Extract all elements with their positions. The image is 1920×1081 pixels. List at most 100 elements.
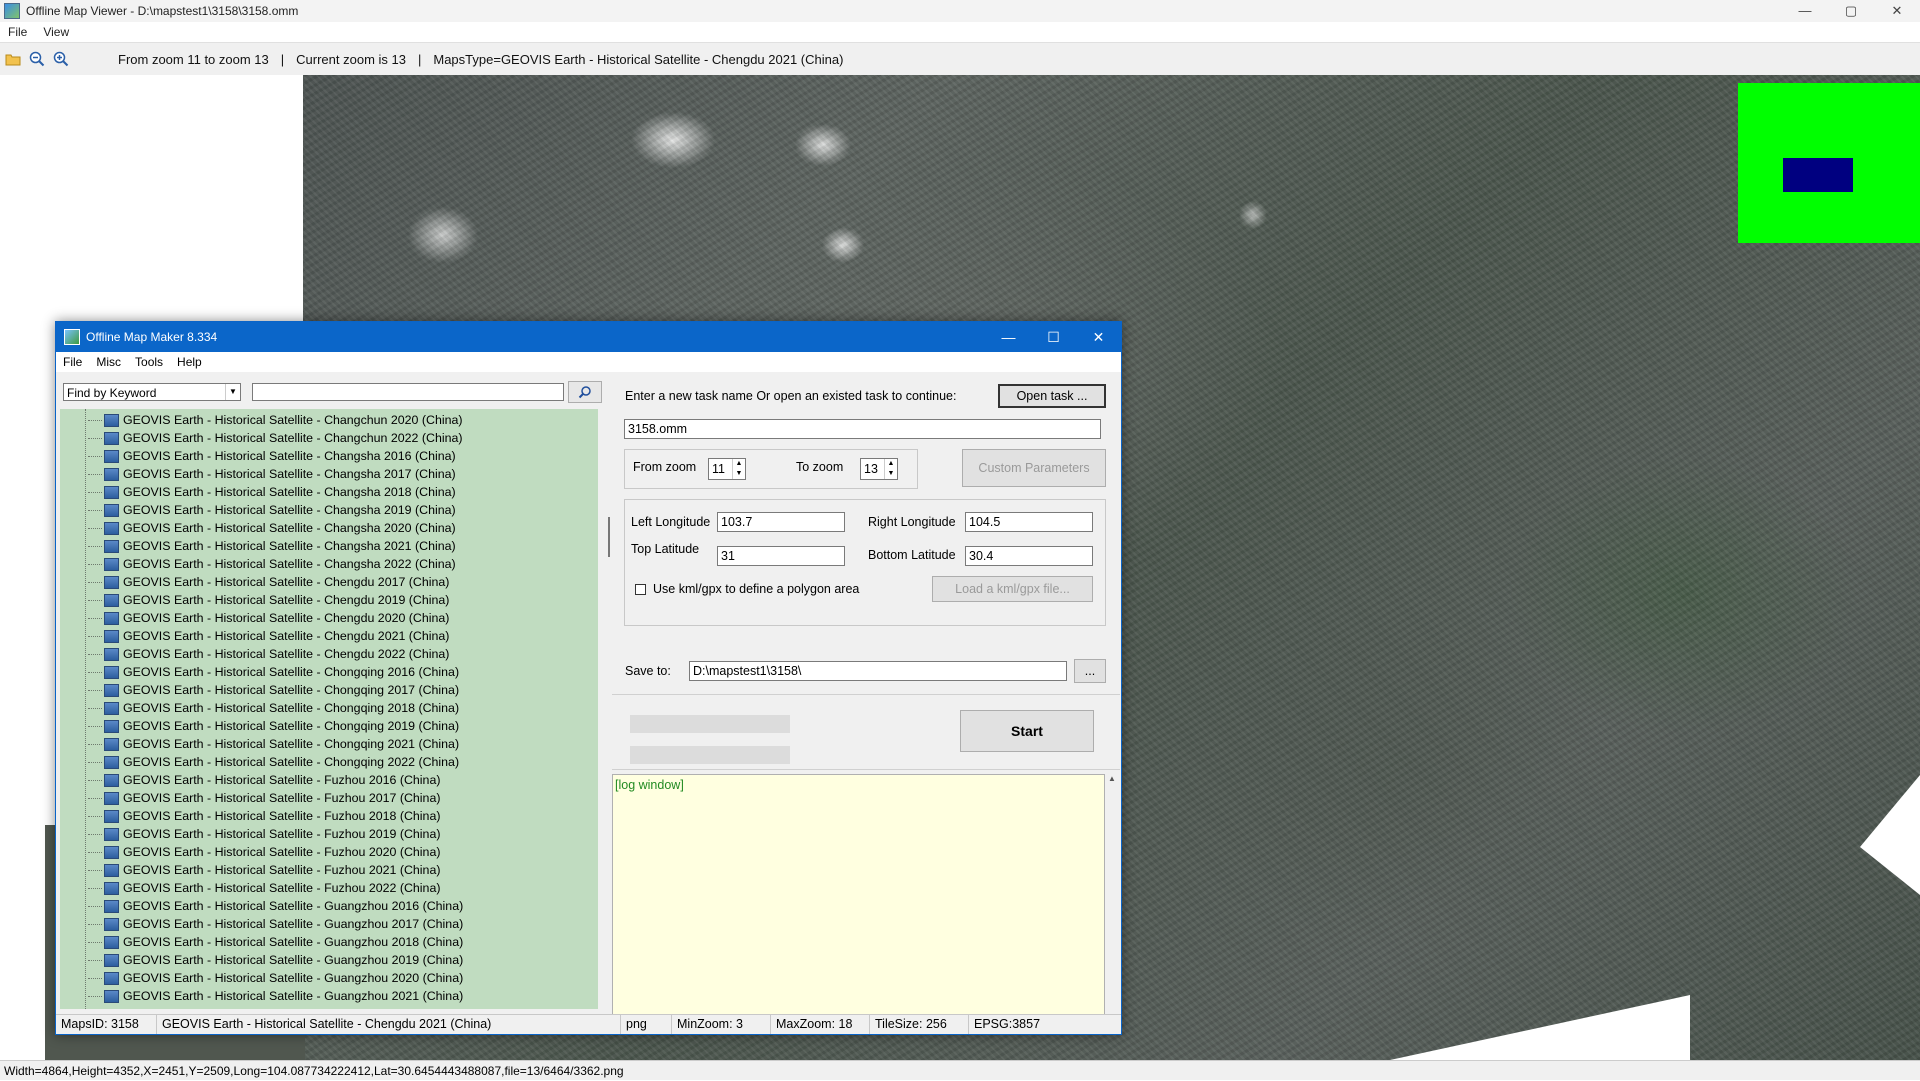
to-zoom-stepper[interactable]: 13 ▲ ▼	[860, 458, 898, 480]
list-item[interactable]: GEOVIS Earth - Historical Satellite - Ch…	[88, 735, 588, 753]
list-item-label: GEOVIS Earth - Historical Satellite - Fu…	[123, 791, 441, 805]
load-kml-button[interactable]: Load a kml/gpx file...	[932, 576, 1093, 602]
list-item[interactable]: GEOVIS Earth - Historical Satellite - Ch…	[88, 663, 588, 681]
dialog-menu-misc[interactable]: Misc	[89, 355, 128, 369]
list-item[interactable]: GEOVIS Earth - Historical Satellite - Ch…	[88, 411, 588, 429]
dialog-close-button[interactable]: ✕	[1076, 322, 1121, 352]
start-button[interactable]: Start	[960, 710, 1094, 752]
status-epsg: EPSG:3857	[974, 1017, 1041, 1031]
list-item[interactable]: GEOVIS Earth - Historical Satellite - Gu…	[88, 897, 588, 915]
map-layer-icon	[104, 593, 119, 607]
toolbar-separator: |	[280, 51, 285, 67]
list-item[interactable]: GEOVIS Earth - Historical Satellite - Ch…	[88, 609, 588, 627]
list-item[interactable]: GEOVIS Earth - Historical Satellite - Ch…	[88, 627, 588, 645]
list-item[interactable]: GEOVIS Earth - Historical Satellite - Ch…	[88, 429, 588, 447]
log-window[interactable]: [log window]	[612, 774, 1105, 1024]
list-item[interactable]: GEOVIS Earth - Historical Satellite - Ch…	[88, 555, 588, 573]
chevron-down-icon[interactable]: ▼	[225, 384, 240, 400]
list-item[interactable]: GEOVIS Earth - Historical Satellite - Fu…	[88, 807, 588, 825]
list-item[interactable]: GEOVIS Earth - Historical Satellite - Ch…	[88, 537, 588, 555]
map-type-tree[interactable]: GEOVIS Earth - Historical Satellite - Ch…	[60, 409, 598, 1009]
map-layer-icon	[104, 413, 119, 427]
map-list-pane: Find by Keyword ▼ GEOVIS Earth - Histori…	[60, 377, 619, 1009]
top-latitude-input[interactable]: 31	[717, 546, 845, 566]
progress-bar-current	[630, 746, 790, 764]
list-item[interactable]: GEOVIS Earth - Historical Satellite - Fu…	[88, 771, 588, 789]
map-layer-icon	[104, 539, 119, 553]
tree-connector	[88, 833, 102, 835]
list-item[interactable]: GEOVIS Earth - Historical Satellite - Ch…	[88, 591, 588, 609]
list-item[interactable]: GEOVIS Earth - Historical Satellite - Ch…	[88, 717, 588, 735]
dialog-menu-tools[interactable]: Tools	[128, 355, 170, 369]
zoom-in-icon[interactable]	[50, 48, 72, 70]
dialog-menu-file[interactable]: File	[56, 355, 89, 369]
list-item[interactable]: GEOVIS Earth - Historical Satellite - Gu…	[88, 951, 588, 969]
list-item[interactable]: GEOVIS Earth - Historical Satellite - Ch…	[88, 681, 588, 699]
map-layer-icon	[104, 899, 119, 913]
kml-polygon-checkbox[interactable]	[635, 584, 646, 595]
map-layer-icon	[104, 989, 119, 1003]
separator-line	[612, 769, 1120, 770]
menu-view[interactable]: View	[35, 25, 77, 39]
list-item[interactable]: GEOVIS Earth - Historical Satellite - Ch…	[88, 465, 588, 483]
scroll-up-icon[interactable]: ▲	[1105, 774, 1119, 783]
bottom-latitude-input[interactable]: 30.4	[965, 546, 1093, 566]
dialog-title-bar[interactable]: Offline Map Maker 8.334 — ☐ ✕	[56, 322, 1121, 352]
task-name-input[interactable]: 3158.omm	[624, 419, 1101, 439]
dialog-maximize-button[interactable]: ☐	[1031, 322, 1076, 352]
open-folder-icon[interactable]	[2, 48, 24, 70]
right-longitude-input[interactable]: 104.5	[965, 512, 1093, 532]
search-mode-select[interactable]: Find by Keyword ▼	[63, 383, 241, 401]
left-longitude-input[interactable]: 103.7	[717, 512, 845, 532]
overview-minimap[interactable]	[1738, 83, 1920, 243]
list-item[interactable]: GEOVIS Earth - Historical Satellite - Ch…	[88, 699, 588, 717]
open-task-button[interactable]: Open task ...	[998, 384, 1106, 408]
list-item[interactable]: GEOVIS Earth - Historical Satellite - Ch…	[88, 753, 588, 771]
browse-button[interactable]: ...	[1074, 659, 1106, 683]
list-item[interactable]: GEOVIS Earth - Historical Satellite - Fu…	[88, 789, 588, 807]
tree-connector	[88, 851, 102, 853]
list-item[interactable]: GEOVIS Earth - Historical Satellite - Gu…	[88, 915, 588, 933]
search-button[interactable]	[568, 381, 602, 403]
list-item[interactable]: GEOVIS Earth - Historical Satellite - Ch…	[88, 447, 588, 465]
current-zoom-text: Current zoom is 13	[296, 51, 406, 67]
log-scrollbar[interactable]: ▲ ▼	[1105, 774, 1119, 1024]
task-prompt-label: Enter a new task name Or open an existed…	[625, 389, 957, 403]
from-zoom-label: From zoom	[633, 460, 697, 474]
search-input[interactable]	[252, 383, 564, 401]
list-item[interactable]: GEOVIS Earth - Historical Satellite - Fu…	[88, 825, 588, 843]
minimize-button[interactable]: —	[1782, 0, 1828, 22]
list-item-label: GEOVIS Earth - Historical Satellite - Ch…	[123, 449, 456, 463]
list-item[interactable]: GEOVIS Earth - Historical Satellite - Ch…	[88, 519, 588, 537]
list-item[interactable]: GEOVIS Earth - Historical Satellite - Fu…	[88, 879, 588, 897]
list-item-label: GEOVIS Earth - Historical Satellite - Ch…	[123, 413, 463, 427]
dialog-minimize-button[interactable]: —	[986, 322, 1031, 352]
list-item[interactable]: GEOVIS Earth - Historical Satellite - Gu…	[88, 969, 588, 987]
from-zoom-stepper[interactable]: 11 ▲ ▼	[708, 458, 746, 480]
tree-connector	[88, 995, 102, 997]
stepper-arrows-icon[interactable]: ▲ ▼	[732, 459, 745, 479]
list-item[interactable]: GEOVIS Earth - Historical Satellite - Ch…	[88, 483, 588, 501]
tree-scroll-thumb[interactable]	[608, 517, 610, 557]
list-item[interactable]: GEOVIS Earth - Historical Satellite - Ch…	[88, 501, 588, 519]
viewer-status-bar: Width=4864,Height=4352,X=2451,Y=2509,Lon…	[0, 1060, 1920, 1080]
overview-viewport-rect[interactable]	[1783, 158, 1853, 192]
list-item[interactable]: GEOVIS Earth - Historical Satellite - Gu…	[88, 987, 588, 1005]
custom-parameters-button[interactable]: Custom Parameters	[962, 449, 1106, 487]
stepper-arrows-icon[interactable]: ▲ ▼	[884, 459, 897, 479]
list-item[interactable]: GEOVIS Earth - Historical Satellite - Fu…	[88, 843, 588, 861]
menu-file[interactable]: File	[0, 25, 35, 39]
list-item[interactable]: GEOVIS Earth - Historical Satellite - Ch…	[88, 645, 588, 663]
close-button[interactable]: ✕	[1874, 0, 1920, 22]
list-item[interactable]: GEOVIS Earth - Historical Satellite - Gu…	[88, 933, 588, 951]
list-item[interactable]: GEOVIS Earth - Historical Satellite - Ch…	[88, 573, 588, 591]
maximize-button[interactable]: ▢	[1828, 0, 1874, 22]
zoom-out-icon[interactable]	[26, 48, 48, 70]
zoom-group: From zoom 11 ▲ ▼ To zoom 13 ▲ ▼	[624, 449, 918, 489]
map-layer-icon	[104, 683, 119, 697]
app-icon	[4, 3, 20, 19]
map-layer-icon	[104, 953, 119, 967]
save-path-input[interactable]: D:\mapstest1\3158\	[689, 661, 1067, 681]
list-item[interactable]: GEOVIS Earth - Historical Satellite - Fu…	[88, 861, 588, 879]
dialog-menu-help[interactable]: Help	[170, 355, 209, 369]
